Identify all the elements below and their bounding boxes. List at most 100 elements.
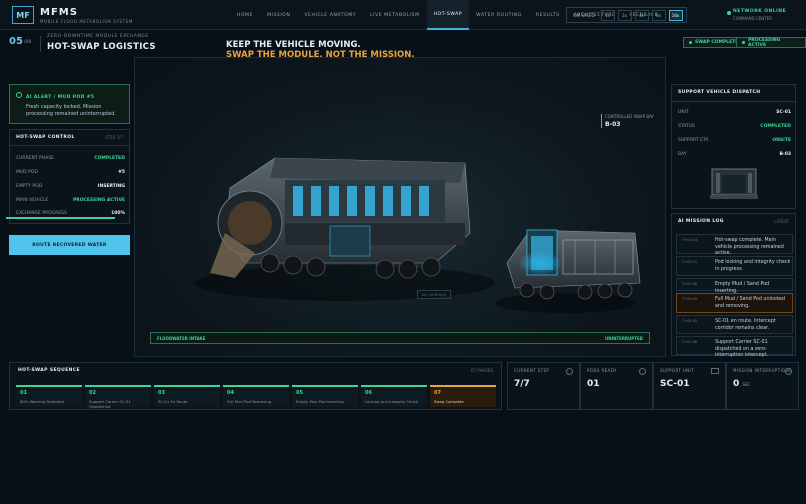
app-subtitle: MOBILE FLOOD METABOLISM SYSTEM xyxy=(40,19,133,24)
route-recovered-water-button[interactable]: ROUTE RECOVERED WATER xyxy=(9,235,130,255)
vehicle-stage xyxy=(134,57,666,357)
step-number: 07 xyxy=(434,390,441,396)
bay-id: B-03 xyxy=(605,121,621,128)
dispatch-row-status: STATUS COMPLETED xyxy=(678,124,791,129)
sequence-step-03[interactable]: 03 SC-01 En Route xyxy=(154,385,220,407)
row-value: 100% xyxy=(111,211,125,216)
nav-mission[interactable]: MISSION xyxy=(260,0,297,30)
sequence-step-02[interactable]: 02 Support Carrier SC-01 Dispatched xyxy=(85,385,151,409)
stat-unit: SEC xyxy=(742,382,751,387)
log-time: T+01:56 xyxy=(682,340,698,344)
controlled-swap-bay-label: CONTROLLED SWAP BAY B-03 xyxy=(601,114,654,128)
shield-icon xyxy=(785,368,792,375)
log-entry[interactable]: T+02:08 Empty Mud / Sand Pod inserting. xyxy=(676,278,793,294)
row-value: PROCESSING ACTIVE xyxy=(72,198,125,203)
sequence-step-04[interactable]: 04 Full Mud Pod Removing xyxy=(223,385,289,407)
stat-mission-interruptions: MISSION INTERRUPTIONS 0 SEC xyxy=(726,362,799,410)
mission-log-tag: LATEST xyxy=(774,219,789,224)
step-number: 02 xyxy=(89,390,96,396)
step-label: 80% Warning Detected xyxy=(20,399,64,404)
nav-water-routing[interactable]: WATER ROUTING xyxy=(469,0,529,30)
processing-active-label: PROCESSING ACTIVE xyxy=(748,37,781,48)
step-number: 05 xyxy=(9,36,23,47)
callout-line xyxy=(601,114,602,128)
alert-icon xyxy=(16,92,22,98)
stat-number: 0 xyxy=(733,379,740,389)
row-key: UNIT xyxy=(678,110,689,115)
header-divider xyxy=(40,36,41,52)
nav-live-metabolism[interactable]: LIVE METABOLISM xyxy=(363,0,427,30)
row-value: #5 xyxy=(118,170,125,175)
step-number: 06 xyxy=(365,390,372,396)
step-label: Locking and Integrity Check xyxy=(365,399,419,404)
log-entry[interactable]: T+02:11 Pod locking and integrity check … xyxy=(676,256,793,276)
alert-title: AI ALERT / MUD POD #5 xyxy=(26,95,95,100)
step-number: 05 xyxy=(296,390,303,396)
support-carrier[interactable] xyxy=(506,229,641,300)
stat-current-step: CURRENT STEP 7/7 xyxy=(507,362,580,410)
nav-results[interactable]: RESULTS xyxy=(529,0,567,30)
all-modules-toggle[interactable]: ALL MODULES xyxy=(417,290,451,299)
app-logo[interactable]: MF xyxy=(12,6,34,24)
speed-option-2x[interactable]: 2x xyxy=(617,9,632,21)
uninterrupted-status: UNINTERRUPTED xyxy=(604,335,643,341)
step-label: SC-01 En Route xyxy=(158,399,188,404)
app-name: MFMS xyxy=(40,7,78,18)
stat-value: SC-01 xyxy=(660,379,690,389)
log-text: SC-01 en route. Intercept corridor remai… xyxy=(715,319,776,331)
dispatch-title: SUPPORT VEHICLE DISPATCH xyxy=(678,90,761,95)
log-text: Hot-swap complete. Main vehicle processi… xyxy=(715,238,784,256)
row-value: ONSITE xyxy=(772,138,791,143)
row-value: COMPLETED xyxy=(94,156,125,161)
row-key: EMPTY POD xyxy=(16,184,43,189)
ai-alert-card: AI ALERT / MUD POD #5 Fresh capacity loc… xyxy=(9,84,130,124)
step-label: Empty Mud Pod Inserting xyxy=(296,399,344,404)
vehicle-illustration xyxy=(195,157,641,313)
network-status-label: NETWORK ONLINE xyxy=(733,9,787,14)
log-text: Full Mud / Sand Pod unlocked and removin… xyxy=(715,297,786,309)
status-dot-icon xyxy=(742,41,745,44)
step-total: /08 xyxy=(24,40,32,45)
log-time: T+02:05 xyxy=(682,297,698,301)
nav-vehicle-anatomy[interactable]: VEHICLE ANATOMY xyxy=(297,0,363,30)
sequence-step-07[interactable]: 07 Swap Complete xyxy=(430,385,496,407)
processing-active-badge: PROCESSING ACTIVE xyxy=(736,37,806,48)
speed-option-16x[interactable]: 16x xyxy=(668,9,683,21)
stat-value: 7/7 xyxy=(514,379,530,389)
divider xyxy=(10,145,129,146)
row-value: INSERTING xyxy=(97,184,125,189)
main-vehicle[interactable] xyxy=(210,157,471,279)
dispatch-row-unit: UNIT SC-01 xyxy=(678,110,791,115)
ai-mission-log-panel: AI MISSION LOG LATEST T+02:14 Hot-swap c… xyxy=(671,213,796,358)
swap-complete-label: SWAP COMPLETE xyxy=(695,40,739,45)
control-row-main-vehicle: MAIN VEHICLE PROCESSING ACTIVE xyxy=(16,198,125,203)
sequence-step-06[interactable]: 06 Locking and Integrity Check xyxy=(361,385,427,407)
row-key: SUPPORT ETA xyxy=(678,138,709,143)
sequence-step-05[interactable]: 05 Empty Mud Pod Inserting xyxy=(292,385,358,407)
dispatch-row-bay: BAY B-03 xyxy=(678,152,791,157)
stat-label: MISSION INTERRUPTIONS xyxy=(733,368,793,373)
speed-option-1x[interactable]: 1x xyxy=(600,9,615,21)
log-entry[interactable]: T+02:01 SC-01 en route. Intercept corrid… xyxy=(676,315,793,334)
headline-primary: KEEP THE VEHICLE MOVING. xyxy=(226,40,361,50)
step-number: 01 xyxy=(20,390,27,396)
floodwater-intake-status: FLOODWATER INTAKE xyxy=(157,335,206,341)
step-label: Full Mud Pod Removing xyxy=(227,399,272,404)
log-time: T+02:08 xyxy=(682,282,698,286)
log-entry[interactable]: T+02:05 Full Mud / Sand Pod unlocked and… xyxy=(676,293,793,313)
log-text: Pod locking and integrity check in progr… xyxy=(715,260,791,272)
stat-pods-ready: PODS READY 01 xyxy=(580,362,653,410)
speed-option-4x[interactable]: 4x xyxy=(634,9,649,21)
step-number: 04 xyxy=(227,390,234,396)
log-entry[interactable]: T+02:14 Hot-swap complete. Main vehicle … xyxy=(676,234,793,256)
nav-hot-swap[interactable]: HOT-SWAP xyxy=(426,0,470,30)
row-key: CURRENT PHASE xyxy=(16,156,54,161)
sequence-tag: 07 PHASES xyxy=(470,368,493,373)
log-entry[interactable]: T+01:56 Support Carrier SC-01 dispatched… xyxy=(676,336,793,358)
hot-swap-sequence-panel: HOT-SWAP SEQUENCE 07 PHASES 01 80% Warni… xyxy=(9,362,502,410)
nav-home[interactable]: HOME xyxy=(230,0,260,30)
sequence-step-01[interactable]: 01 80% Warning Detected xyxy=(16,385,82,407)
network-status: NETWORK ONLINE COMMAND CENTER xyxy=(727,9,787,21)
speed-option-8x[interactable]: 8x xyxy=(651,9,666,21)
support-bay-thumbnail xyxy=(710,168,758,199)
